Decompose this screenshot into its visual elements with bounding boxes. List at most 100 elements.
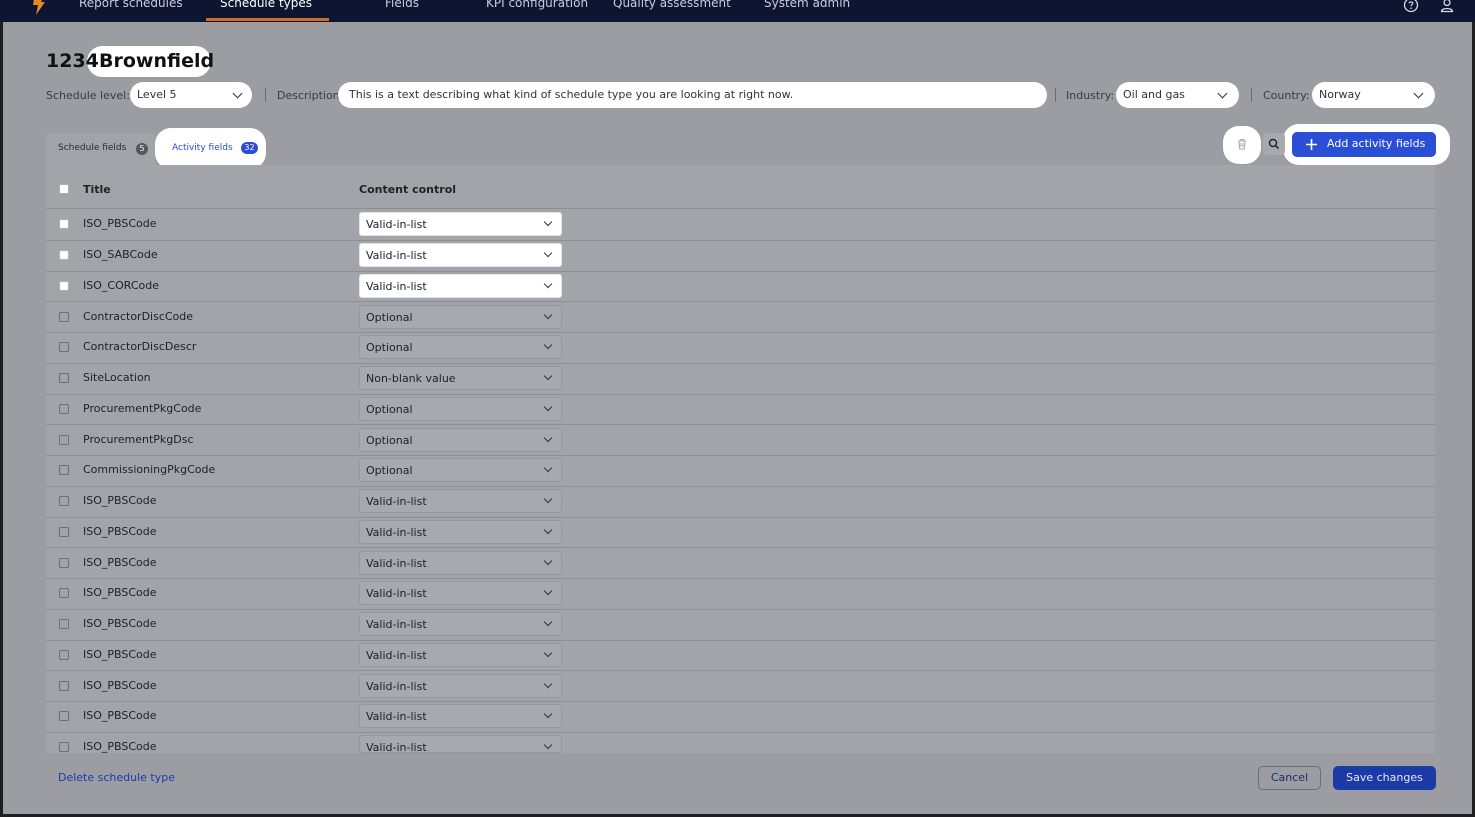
row-divider: [46, 270, 1435, 272]
industry-select[interactable]: Oil and gas: [1116, 82, 1239, 108]
row-checkbox[interactable]: [59, 649, 69, 660]
content-control-value: Valid-in-list: [366, 741, 427, 755]
row-divider: [46, 731, 1435, 733]
content-control-select[interactable]: Optional: [359, 335, 562, 360]
row-checkbox[interactable]: [59, 280, 69, 291]
row-checkbox[interactable]: [59, 373, 69, 384]
column-header-title[interactable]: Title: [83, 183, 111, 196]
chevron-down-icon: [543, 525, 553, 535]
row-title: ISO_PBSCode: [83, 217, 157, 231]
content-control-select[interactable]: Optional: [359, 427, 562, 452]
content-control-select[interactable]: Valid-in-list: [359, 519, 562, 544]
row-divider: [46, 301, 1435, 303]
content-control-value: Optional: [366, 402, 413, 416]
row-checkbox[interactable]: [59, 742, 69, 753]
row-checkbox[interactable]: [59, 619, 69, 630]
row-divider: [46, 332, 1435, 333]
row-title: ProcurementPkgDsc: [83, 432, 194, 446]
content-control-value: Optional: [366, 464, 413, 478]
row-checkbox[interactable]: [59, 496, 69, 507]
chevron-down-icon: [543, 218, 553, 227]
content-control-select[interactable]: Valid-in-list: [359, 550, 562, 575]
row-checkbox[interactable]: [59, 342, 69, 353]
schedule-level-label: Schedule level:: [46, 89, 130, 102]
save-changes-button[interactable]: Save changes: [1333, 766, 1436, 790]
content-control-select[interactable]: Valid-in-list: [359, 273, 562, 298]
row-checkbox[interactable]: [59, 434, 69, 445]
row-checkbox[interactable]: [59, 403, 69, 414]
description-input[interactable]: This is a text describing what kind of s…: [338, 82, 1047, 108]
chevron-down-icon: [543, 279, 553, 289]
content-control-select[interactable]: Valid-in-list: [359, 673, 562, 698]
content-control-select[interactable]: Valid-in-list: [359, 243, 562, 268]
row-divider: [46, 578, 1435, 579]
row-title: ContractorDiscDescr: [83, 340, 197, 354]
tab-schedule-fields[interactable]: Schedule fields 5: [46, 133, 155, 165]
add-button-label: Add activity fields: [1327, 137, 1426, 150]
content-control-value: Valid-in-list: [366, 556, 427, 570]
chevron-down-icon: [543, 494, 553, 504]
content-control-select[interactable]: Non-blank value: [359, 366, 562, 391]
search-button[interactable]: [1263, 133, 1285, 155]
row-title: ISO_SABCode: [83, 248, 158, 262]
content-control-value: Valid-in-list: [366, 279, 427, 293]
tab-label: Schedule fields: [58, 143, 127, 153]
tab-activity-fields[interactable]: Activity fields 32: [160, 133, 264, 165]
row-checkbox[interactable]: [59, 557, 69, 568]
delete-button[interactable]: [1231, 133, 1253, 155]
row-checkbox[interactable]: [59, 250, 69, 261]
country-value: Norway: [1319, 88, 1361, 101]
chevron-down-icon: [543, 679, 553, 688]
content-control-select[interactable]: Valid-in-list: [359, 612, 562, 637]
row-title: ProcurementPkgCode: [83, 401, 202, 415]
chevron-down-icon: [1217, 88, 1228, 99]
row-checkbox[interactable]: [59, 311, 69, 322]
tab-count-badge: 5: [136, 143, 148, 155]
country-select[interactable]: Norway: [1312, 82, 1435, 108]
select-all-checkbox[interactable]: [59, 184, 69, 194]
content-control-select[interactable]: Valid-in-list: [359, 735, 562, 755]
cancel-button[interactable]: Cancel: [1258, 766, 1321, 790]
content-control-select[interactable]: Valid-in-list: [359, 489, 562, 514]
content-control-select[interactable]: Valid-in-list: [359, 704, 562, 729]
activity-fields-table: [46, 165, 1435, 753]
row-divider: [46, 547, 1435, 549]
content-control-select[interactable]: Valid-in-list: [359, 642, 562, 667]
chevron-down-icon: [543, 402, 553, 412]
content-control-select[interactable]: Optional: [359, 458, 562, 483]
delete-schedule-type-link[interactable]: Delete schedule type: [58, 771, 175, 784]
row-checkbox[interactable]: [59, 680, 69, 691]
row-title: ContractorDiscCode: [83, 309, 194, 323]
content-control-select[interactable]: Optional: [359, 304, 562, 329]
row-divider: [46, 455, 1435, 456]
chevron-down-icon: [1413, 88, 1424, 99]
row-checkbox[interactable]: [59, 588, 69, 599]
chevron-down-icon: [543, 710, 553, 719]
row-title: ISO_PBSCode: [83, 524, 157, 538]
column-header-content-control[interactable]: Content control: [359, 183, 456, 196]
content-control-select[interactable]: Valid-in-list: [359, 581, 562, 606]
schedule-level-select[interactable]: Level 5: [130, 82, 252, 108]
row-divider: [46, 701, 1435, 702]
row-checkbox[interactable]: [59, 711, 69, 722]
add-activity-fields-button[interactable]: Add activity fields: [1292, 132, 1436, 157]
row-title: ISO_PBSCode: [83, 647, 157, 661]
content-control-value: Optional: [366, 310, 413, 324]
tab-count-badge: 32: [241, 142, 258, 154]
chevron-down-icon: [543, 740, 553, 750]
content-control-select[interactable]: Optional: [359, 396, 562, 421]
row-title: ISO_PBSCode: [83, 678, 157, 692]
industry-value: Oil and gas: [1123, 88, 1185, 101]
divider: [265, 88, 266, 102]
content-control-value: Valid-in-list: [366, 218, 427, 232]
row-checkbox[interactable]: [59, 219, 69, 230]
content-control-value: Valid-in-list: [366, 495, 427, 509]
row-divider: [46, 424, 1435, 426]
row-checkbox[interactable]: [59, 465, 69, 476]
chevron-down-icon: [543, 341, 553, 350]
row-checkbox[interactable]: [59, 526, 69, 537]
schedule-type-name[interactable]: Brownfield: [99, 50, 214, 72]
row-divider: [46, 670, 1435, 672]
content-control-select[interactable]: Valid-in-list: [359, 212, 562, 237]
content-control-value: Valid-in-list: [366, 710, 427, 724]
